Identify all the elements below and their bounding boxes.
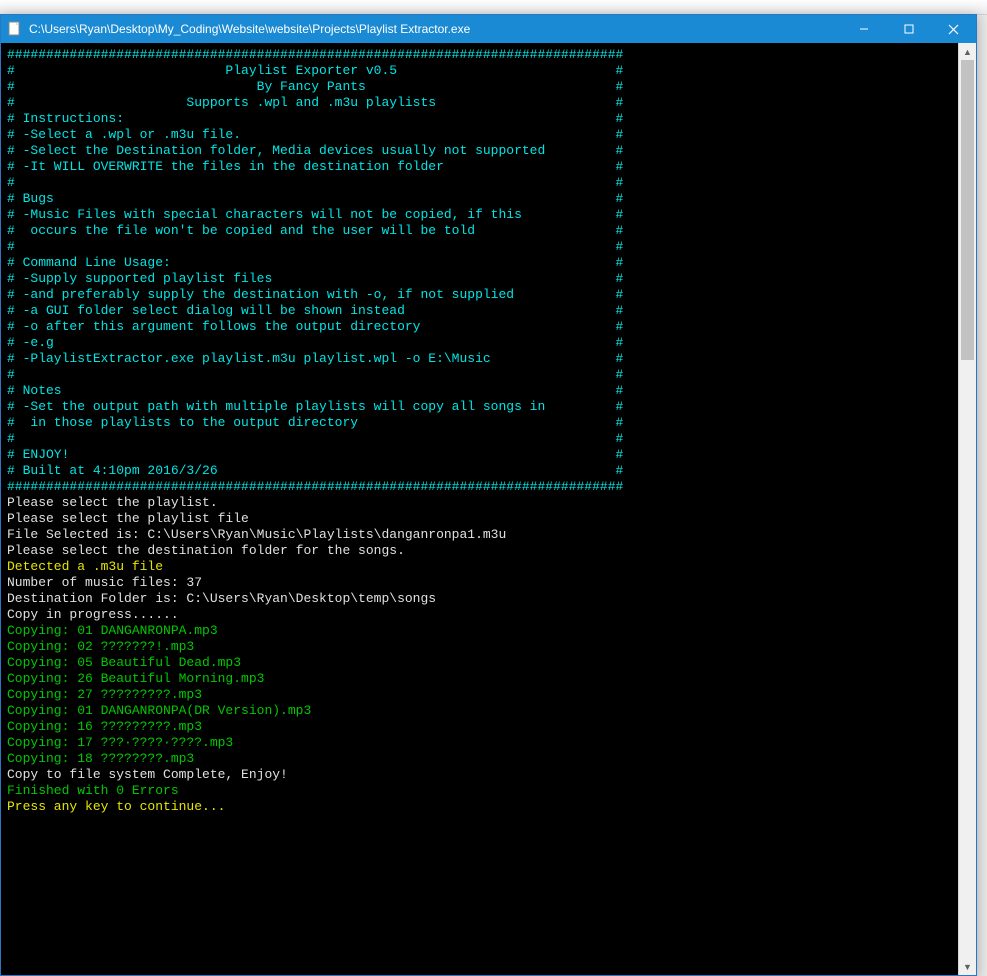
scroll-thumb[interactable]: [961, 60, 974, 360]
console-window: C:\Users\Ryan\Desktop\My_Coding\Website\…: [0, 14, 977, 976]
scroll-down-icon[interactable]: ▼: [959, 958, 976, 975]
scroll-up-icon[interactable]: ▲: [959, 43, 976, 60]
minimize-button[interactable]: [841, 15, 886, 43]
background-toolbar: [0, 0, 987, 15]
window-title: C:\Users\Ryan\Desktop\My_Coding\Website\…: [29, 22, 841, 36]
vertical-scrollbar[interactable]: ▲ ▼: [958, 43, 976, 975]
window-controls: [841, 15, 976, 43]
titlebar[interactable]: C:\Users\Ryan\Desktop\My_Coding\Website\…: [1, 15, 976, 43]
console-output[interactable]: ########################################…: [1, 43, 958, 975]
maximize-button[interactable]: [886, 15, 931, 43]
app-icon: [7, 21, 23, 37]
client-area: ########################################…: [1, 43, 976, 975]
close-button[interactable]: [931, 15, 976, 43]
